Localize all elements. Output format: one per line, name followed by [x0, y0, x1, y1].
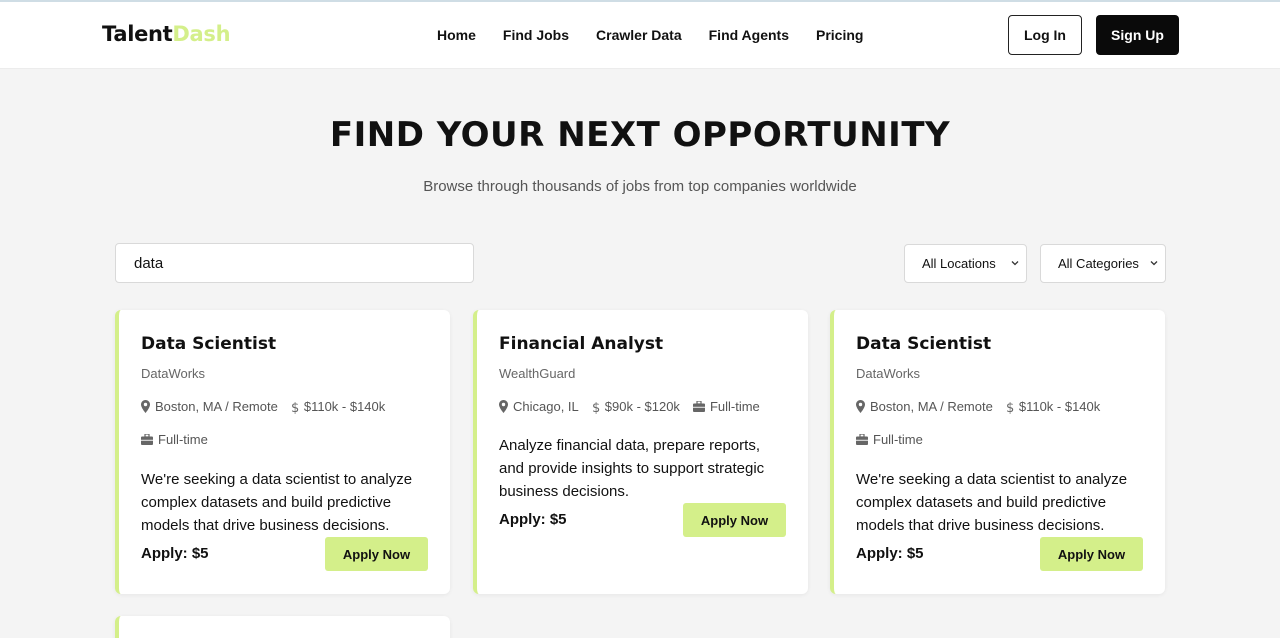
- job-title[interactable]: Financial Analyst: [499, 334, 663, 354]
- job-location: Boston, MA / Remote: [856, 399, 993, 414]
- brand-logo-part2: Dash: [172, 22, 231, 46]
- page-subtitle: Browse through thousands of jobs from to…: [423, 178, 857, 195]
- job-meta: Boston, MA / Remote $ $110k - $140k: [856, 399, 1100, 414]
- map-pin-icon: [499, 400, 508, 413]
- job-description: We're seeking a data scientist to analyz…: [141, 471, 413, 534]
- category-select[interactable]: All Categories: [1040, 244, 1166, 283]
- brand-logo-part1: Talent: [102, 22, 173, 46]
- briefcase-icon: [141, 434, 153, 445]
- job-description: We're seeking a data scientist to analyz…: [856, 471, 1128, 534]
- job-salary-text: $110k - $140k: [303, 399, 386, 414]
- nav-home[interactable]: Home: [437, 27, 476, 43]
- nav-find-agents[interactable]: Find Agents: [709, 27, 789, 43]
- job-type: Full-time: [141, 432, 208, 447]
- nav-pricing[interactable]: Pricing: [816, 27, 863, 43]
- job-price: Apply: $5: [141, 545, 209, 562]
- page-title: FIND YOUR NEXT OPPORTUNITY: [329, 115, 951, 155]
- job-type-text: Full-time: [873, 432, 923, 447]
- job-meta: Chicago, IL $ $90k - $120k Full-time: [499, 399, 760, 414]
- job-type-text: Full-time: [709, 399, 760, 414]
- job-card[interactable]: [115, 616, 450, 638]
- dollar-icon: $: [592, 401, 600, 414]
- job-salary-text: $90k - $120k: [604, 399, 680, 414]
- job-type: Full-time: [692, 399, 760, 414]
- job-meta: Boston, MA / Remote $ $110k - $140k: [141, 399, 385, 414]
- apply-now-button[interactable]: Apply Now: [683, 503, 786, 537]
- login-button[interactable]: Log In: [1008, 15, 1082, 55]
- dollar-icon: $: [291, 401, 299, 414]
- briefcase-icon: [692, 401, 705, 412]
- signup-button[interactable]: Sign Up: [1096, 15, 1179, 55]
- brand-logo[interactable]: TalentDash: [102, 22, 231, 46]
- job-company: DataWorks: [141, 366, 206, 381]
- briefcase-icon: [856, 434, 868, 445]
- job-company: DataWorks: [856, 366, 921, 381]
- job-type-text: Full-time: [158, 432, 208, 447]
- dollar-icon: $: [1006, 401, 1014, 414]
- svg-text:$: $: [592, 401, 600, 414]
- job-salary: $ $110k - $140k: [1006, 399, 1100, 414]
- job-salary-text: $110k - $140k: [1018, 399, 1101, 414]
- site-header: TalentDash Home Find Jobs Crawler Data F…: [0, 2, 1280, 69]
- job-company: WealthGuard: [499, 366, 576, 381]
- job-card[interactable]: Financial Analyst WealthGuard Chicago, I…: [473, 310, 808, 594]
- apply-now-button[interactable]: Apply Now: [1040, 537, 1143, 571]
- job-meta-type: Full-time: [856, 432, 923, 447]
- job-title[interactable]: Data Scientist: [856, 334, 991, 354]
- location-select-value: All Locations: [922, 256, 996, 271]
- job-card[interactable]: Data Scientist DataWorks Boston, MA / Re…: [115, 310, 450, 594]
- job-card[interactable]: Data Scientist DataWorks Boston, MA / Re…: [830, 310, 1165, 594]
- search-input[interactable]: [115, 243, 474, 283]
- apply-now-button[interactable]: Apply Now: [325, 537, 428, 571]
- job-price: Apply: $5: [856, 545, 924, 562]
- job-location-text: Chicago, IL: [513, 399, 579, 414]
- job-salary: $ $90k - $120k: [592, 399, 680, 414]
- chevron-down-icon: [1011, 261, 1019, 266]
- job-location-text: Boston, MA / Remote: [870, 399, 993, 414]
- job-salary: $ $110k - $140k: [291, 399, 385, 414]
- category-select-value: All Categories: [1058, 256, 1139, 271]
- map-pin-icon: [856, 400, 865, 413]
- job-location: Chicago, IL: [499, 399, 579, 414]
- job-location: Boston, MA / Remote: [141, 399, 278, 414]
- job-description: Analyze financial data, prepare reports,…: [499, 437, 765, 500]
- map-pin-icon: [141, 400, 150, 413]
- svg-text:$: $: [1006, 401, 1014, 414]
- chevron-down-icon: [1150, 261, 1158, 266]
- job-price: Apply: $5: [499, 511, 567, 528]
- job-meta-type: Full-time: [141, 432, 208, 447]
- job-type: Full-time: [856, 432, 923, 447]
- svg-text:$: $: [291, 401, 299, 414]
- job-title[interactable]: Data Scientist: [141, 334, 276, 354]
- location-select[interactable]: All Locations: [904, 244, 1027, 283]
- job-location-text: Boston, MA / Remote: [155, 399, 278, 414]
- main-nav: Home Find Jobs Crawler Data Find Agents …: [437, 27, 863, 43]
- nav-find-jobs[interactable]: Find Jobs: [503, 27, 569, 43]
- nav-crawler-data[interactable]: Crawler Data: [596, 27, 682, 43]
